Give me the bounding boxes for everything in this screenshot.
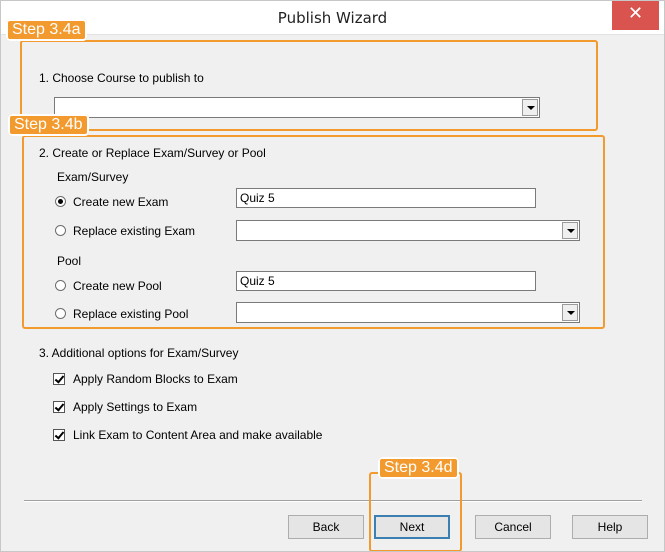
apply-settings-label: Apply Settings to Exam [73, 400, 198, 414]
link-content-checkbox[interactable] [53, 429, 65, 441]
title-bar: Publish Wizard ✕ [0, 0, 665, 35]
random-blocks-label: Apply Random Blocks to Exam [73, 372, 238, 386]
random-blocks-checkbox[interactable] [53, 373, 65, 385]
step-3-4d-tag: Step 3.4d [378, 457, 459, 479]
step-3-4a-highlight [20, 40, 598, 131]
back-button[interactable]: Back [288, 515, 364, 539]
apply-settings-checkbox[interactable] [53, 401, 65, 413]
cancel-button[interactable]: Cancel [475, 515, 551, 539]
step-3-4b-tag: Step 3.4b [8, 114, 89, 136]
footer-divider [24, 500, 642, 502]
step-3-4a-tag: Step 3.4a [6, 19, 87, 41]
link-content-label: Link Exam to Content Area and make avail… [73, 428, 323, 442]
help-button[interactable]: Help [572, 515, 648, 539]
step-3-4d-highlight [369, 472, 462, 552]
window-title: Publish Wizard [277, 9, 388, 27]
close-icon[interactable]: ✕ [612, 0, 659, 30]
section3-heading: 3. Additional options for Exam/Survey [39, 346, 239, 360]
step-3-4b-highlight [22, 135, 605, 329]
